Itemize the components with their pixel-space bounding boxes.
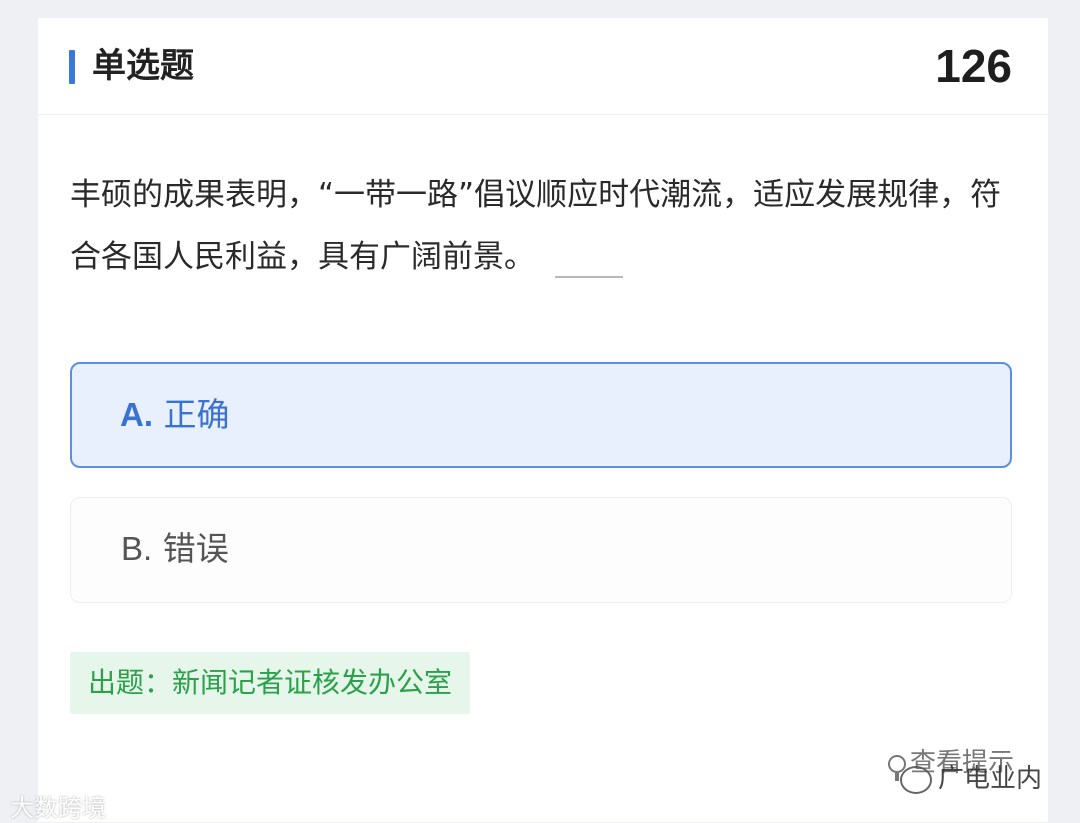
option-a[interactable]: A. 正确	[70, 362, 1012, 468]
question-source-badge: 出题：新闻记者证核发办公室	[70, 652, 471, 714]
option-a-letter: A.	[120, 396, 153, 433]
option-b[interactable]: B. 错误	[70, 497, 1012, 603]
watermark-right-text: 广电业内	[938, 764, 1043, 794]
type-accent-bar	[69, 50, 75, 84]
question-stem-text: 丰硕的成果表明，“一带一路”倡议顺应时代潮流，适应发展规律，符合各国人民利益，具…	[70, 177, 1002, 275]
option-a-text: A. 正确	[120, 393, 230, 437]
question-type-label: 单选题	[92, 46, 194, 86]
watermark-right: 广电业内	[900, 758, 1042, 795]
question-card: 单选题 126 丰硕的成果表明，“一带一路”倡议顺应时代潮流，适应发展规律，符合…	[38, 18, 1048, 822]
question-header: 单选题 126	[38, 18, 1048, 115]
answer-blank	[555, 275, 623, 278]
question-number: 126	[935, 40, 1012, 92]
option-b-letter: B.	[121, 530, 153, 567]
wechat-icon	[900, 765, 932, 794]
option-b-label: 错误	[162, 529, 229, 568]
watermark-left: 大数跨境	[10, 794, 106, 822]
question-stem: 丰硕的成果表明，“一带一路”倡议顺应时代潮流，适应发展规律，符合各国人民利益，具…	[70, 164, 1020, 288]
option-b-text: B. 错误	[121, 527, 229, 571]
option-a-label: 正确	[163, 395, 230, 434]
